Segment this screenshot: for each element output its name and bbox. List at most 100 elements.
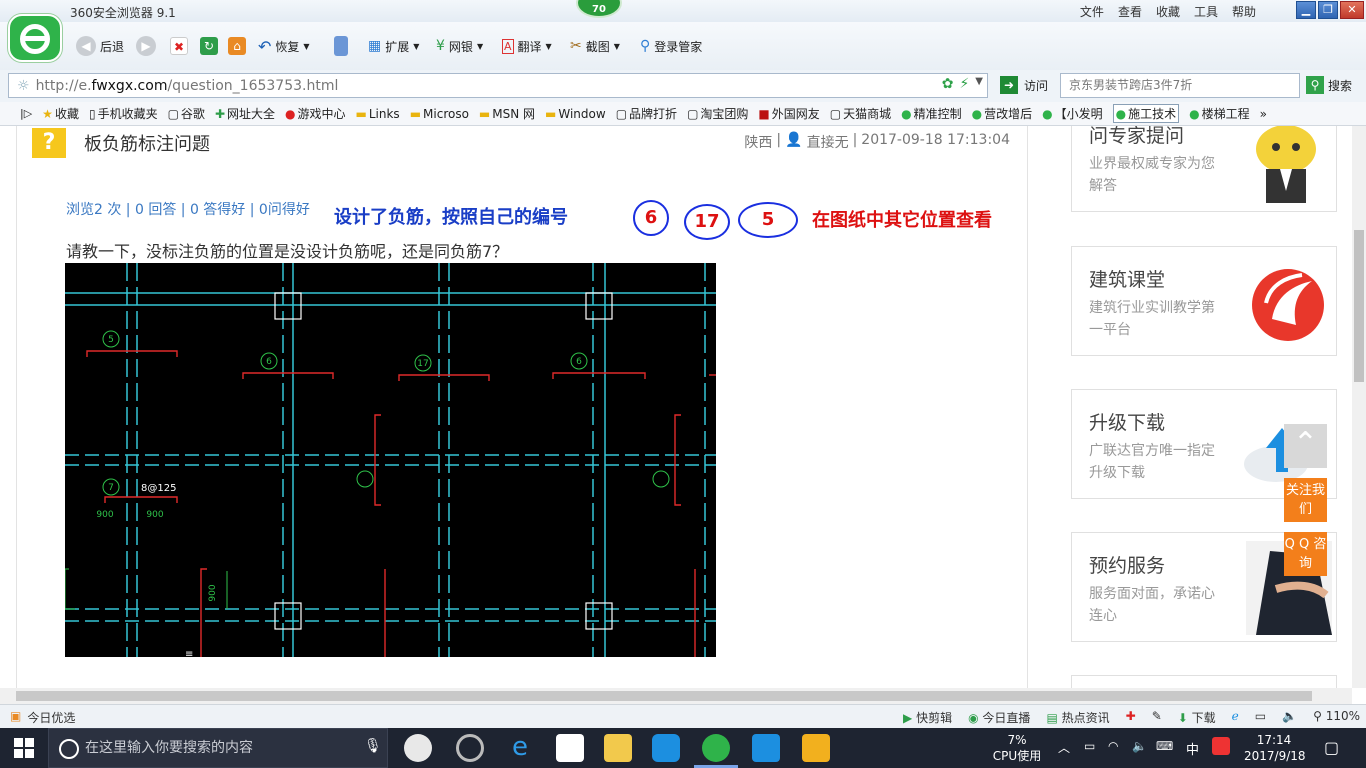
screenshot-button[interactable]: ✂ 截图 ▼ <box>570 34 620 58</box>
taskbar-app-g-icon[interactable] <box>652 734 680 762</box>
follow-us-button[interactable]: 关注我们 <box>1284 478 1327 522</box>
taskbar-edge-icon[interactable]: e <box>506 734 534 762</box>
bookmark-item[interactable]: ▢ 品牌打折 <box>616 105 677 122</box>
bookmark-item[interactable]: ▬ MSN 网 <box>479 105 535 122</box>
menu-tools[interactable]: 工具 <box>1194 3 1218 20</box>
bookmark-item[interactable]: ■ 外国网友 <box>758 105 819 122</box>
menu-view[interactable]: 查看 <box>1118 3 1142 20</box>
news-item[interactable]: ▤ 热点资讯 <box>1046 709 1109 726</box>
quick-edit-item[interactable]: ▶ 快剪辑 <box>903 709 952 726</box>
qq-consult-button[interactable]: Q Q 咨询 <box>1284 532 1327 576</box>
url-text: http://e.fwxgx.com/question_1653753.html <box>36 78 339 94</box>
extend-button[interactable]: ▦ 扩展 ▼ <box>368 34 419 58</box>
window-icon[interactable]: ▭ <box>1255 709 1266 726</box>
bookmark-item[interactable]: ● 精准控制 <box>901 105 962 122</box>
bookmark-favorites[interactable]: ★ 收藏 <box>42 105 79 122</box>
card-expert[interactable]: 问专家提问 业界最权威专家为您解答 <box>1071 126 1337 212</box>
url-path: /question_1653753.html <box>167 77 339 94</box>
lightning-icon[interactable]: ⚡ <box>959 76 969 92</box>
bookmark-item[interactable]: ▬ Microso <box>410 107 469 121</box>
translate-button[interactable]: A 翻译 ▼ <box>502 34 552 58</box>
bookmark-item[interactable]: ▢ 谷歌 <box>168 105 205 122</box>
bookmark-item[interactable]: ▢ 天猫商城 <box>830 105 891 122</box>
stop-button[interactable]: ✖ <box>170 34 188 58</box>
today-picks[interactable]: ▣ 今日优选 <box>10 709 75 726</box>
bookmark-item[interactable]: ● 楼梯工程 <box>1189 105 1250 122</box>
maximize-button[interactable]: ❐ <box>1318 1 1338 19</box>
menu-file[interactable]: 文件 <box>1080 3 1104 20</box>
url-actions: ✿ ⚡ ▼ <box>942 76 983 92</box>
taskbar-360-browser-icon[interactable] <box>702 734 730 762</box>
netbank-button[interactable]: ¥ 网银 ▼ <box>436 34 483 58</box>
bookmark-item[interactable]: ● 施工技术 <box>1112 104 1180 123</box>
microphone-icon[interactable]: 🎙 <box>364 738 382 754</box>
taskbar-store-icon[interactable] <box>556 734 584 762</box>
taskbar-notes-icon[interactable] <box>802 734 830 762</box>
card-classroom[interactable]: 建筑课堂 建筑行业实训教学第一平台 <box>1071 246 1337 356</box>
bookmark-item[interactable]: ▯ 手机收藏夹 <box>89 105 158 122</box>
bookmark-item[interactable]: ▬ Window <box>545 107 606 121</box>
dropdown-arrow-icon[interactable]: ▼ <box>975 76 983 92</box>
taskbar-app-plus-icon[interactable] <box>752 734 780 762</box>
search-input[interactable]: 京东男装节跨店3件7折 <box>1060 73 1300 98</box>
wifi-icon[interactable]: ◠ <box>1108 739 1118 753</box>
keyboard-icon[interactable]: ⌨ <box>1156 739 1173 753</box>
vertical-scrollbar[interactable] <box>1352 126 1366 688</box>
question-author[interactable]: 直接无 <box>807 132 849 152</box>
notification-icon[interactable]: ▢ <box>1324 738 1339 757</box>
annotation-text-2: 在图纸中其它位置查看 <box>812 210 992 231</box>
bookmark-item[interactable]: ▬ Links <box>356 107 400 121</box>
pin-icon[interactable]: ✎ <box>1152 709 1162 726</box>
cpu-usage[interactable]: 7% CPU使用 <box>992 732 1042 764</box>
close-button[interactable]: ✕ <box>1340 1 1364 19</box>
volume-icon[interactable]: 🔈 <box>1282 709 1297 726</box>
home-button[interactable]: ⌂ <box>228 34 246 58</box>
card-next <box>1071 675 1337 688</box>
bookmark-item[interactable]: ▢ 淘宝团购 <box>687 105 748 122</box>
back-to-top-button[interactable]: ⌃ <box>1284 424 1327 468</box>
plus-icon[interactable]: ✚ <box>1126 709 1136 726</box>
bookmark-label: Window <box>558 106 606 121</box>
visit-button[interactable]: ➜ 访问 <box>1000 76 1048 94</box>
bookmark-item[interactable]: ● 营改增后 <box>972 105 1033 122</box>
phone-button[interactable] <box>334 34 348 58</box>
scroll-thumb[interactable] <box>1354 230 1364 382</box>
download-item[interactable]: ⬇ 下载 <box>1178 709 1216 726</box>
bookmark-item[interactable]: ● 游戏中心 <box>285 105 346 122</box>
live-item[interactable]: ◉ 今日直播 <box>968 709 1030 726</box>
taskbar-explorer-icon[interactable] <box>604 734 632 762</box>
back-button[interactable]: ◀ 后退 <box>76 34 124 58</box>
score-badge[interactable]: 70 <box>576 0 622 18</box>
bookmark-item[interactable]: ✚ 网址大全 <box>215 105 275 122</box>
ie-icon[interactable]: ℯ <box>1232 709 1239 726</box>
bookmark-item[interactable]: ● 【小发明 <box>1042 105 1103 122</box>
input-language[interactable]: 中 <box>1186 739 1199 758</box>
scroll-thumb[interactable] <box>16 691 1312 701</box>
taskbar-app-browser-icon[interactable] <box>456 734 484 762</box>
search-button[interactable]: ⚲ 搜索 <box>1306 76 1352 94</box>
zoom-item[interactable]: ⚲ 110% <box>1313 709 1360 726</box>
volume-icon[interactable]: 🔈 <box>1132 739 1147 753</box>
restore-button[interactable]: ↶ 恢复 ▼ <box>258 34 310 58</box>
start-windows-icon[interactable] <box>14 738 34 758</box>
sidebar-toggle-icon[interactable]: |▷ <box>20 107 32 120</box>
sogou-icon[interactable] <box>1212 737 1230 755</box>
menu-help[interactable]: 帮助 <box>1232 3 1256 20</box>
system-clock[interactable]: 17:14 2017/9/18 <box>1244 732 1306 764</box>
refresh-button[interactable]: ↻ <box>200 34 218 58</box>
menu-favorites[interactable]: 收藏 <box>1156 3 1180 20</box>
minimize-button[interactable]: ▁ <box>1296 1 1316 19</box>
horizontal-scrollbar[interactable] <box>0 688 1352 704</box>
cad-drawing-image[interactable]: 5 6 17 6 7 900 900 900 8@125 ≡ <box>65 263 716 657</box>
security-icon[interactable]: ✿ <box>942 76 954 92</box>
taskbar-search-input[interactable]: 在这里输入你要搜索的内容 <box>48 728 388 768</box>
url-input[interactable]: ☼ http://e.fwxgx.com/question_1653753.ht… <box>8 73 988 98</box>
today-picks-label: 今日优选 <box>27 711 76 725</box>
tray-chevron-icon[interactable]: ︿ <box>1058 739 1070 756</box>
card-title: 问专家提问 <box>1089 126 1185 147</box>
more-bookmarks-icon[interactable]: » <box>1260 107 1267 121</box>
login-manager-button[interactable]: ⚲ 登录管家 <box>640 34 702 58</box>
taskbar-app-pinwheel-icon[interactable] <box>404 734 432 762</box>
battery-icon[interactable]: ▭ <box>1084 739 1095 753</box>
forward-button[interactable]: ▶ <box>136 34 156 58</box>
